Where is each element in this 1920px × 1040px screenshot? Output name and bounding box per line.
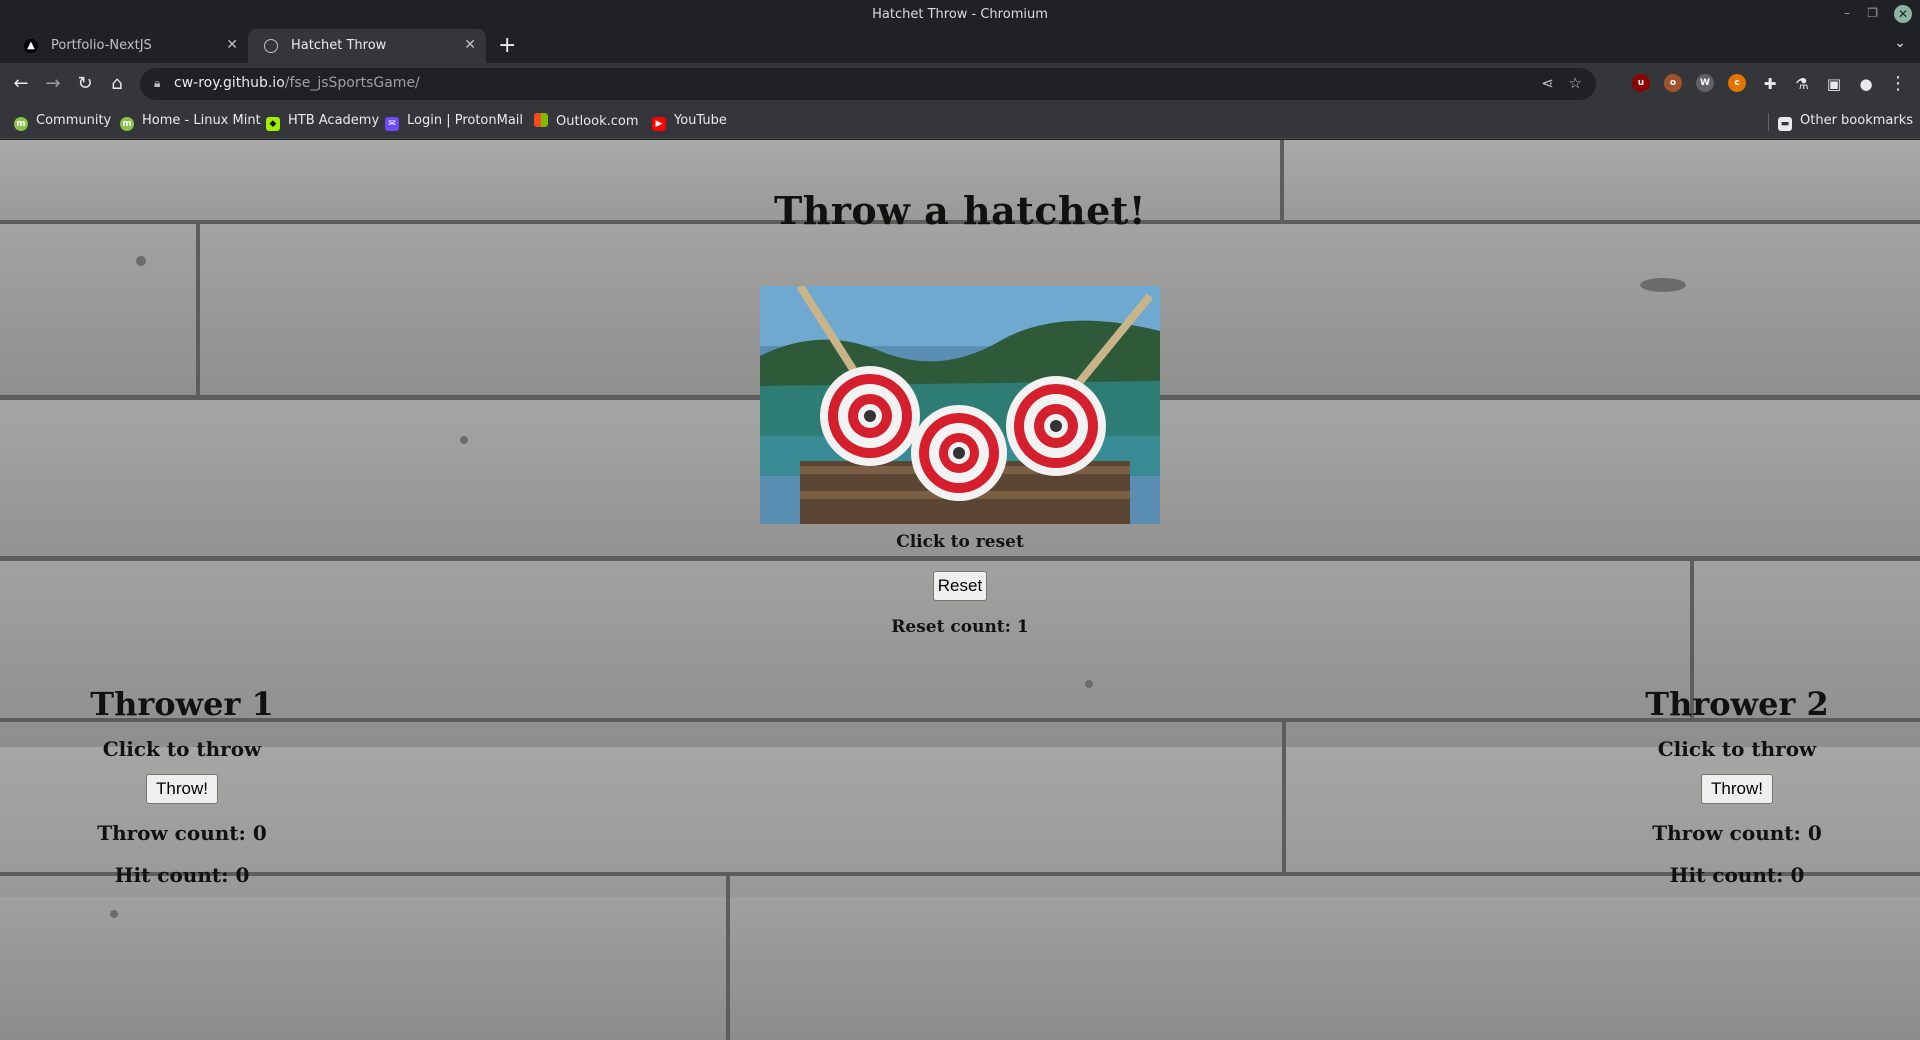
bookmark-linux-mint[interactable]: m Home - Linux Mint: [120, 113, 261, 131]
globe-icon: [264, 39, 278, 53]
tab-strip: ▲ Portfolio-NextJS ✕ Hatchet Throw ✕ + ⌄: [0, 29, 1920, 63]
mint-icon: m: [14, 117, 28, 131]
window-titlebar: Hatchet Throw - Chromium – ❐ ✕: [0, 0, 1920, 29]
profile-icon[interactable]: ●: [1854, 72, 1878, 96]
new-tab-icon[interactable]: +: [498, 33, 516, 58]
thrower-2-hit-count: Hit count: 0: [1669, 863, 1805, 887]
folder-icon: ▬: [1778, 117, 1792, 131]
windows-icon: [534, 113, 548, 127]
thrower-2-panel: Thrower 2 Click to throw Throw! Throw co…: [1577, 685, 1897, 887]
extension-color-icon[interactable]: c: [1728, 74, 1746, 92]
url-path: /fse_jsSportsGame/: [284, 75, 420, 91]
thrower-1-button-row: Throw!: [22, 761, 342, 811]
extensions-puzzle-icon[interactable]: ✚: [1758, 72, 1782, 96]
reset-button[interactable]: Reset: [933, 571, 987, 601]
tab-portfolio[interactable]: ▲ Portfolio-NextJS ✕: [8, 29, 248, 63]
bookmark-star-icon[interactable]: ☆: [1569, 74, 1582, 92]
forward-icon[interactable]: →: [41, 72, 65, 96]
thrower-1-caption: Click to throw: [102, 737, 262, 761]
other-bookmarks[interactable]: ▬ Other bookmarks: [1778, 113, 1913, 131]
window-title: Hatchet Throw - Chromium: [872, 7, 1048, 22]
tab-label: Portfolio-NextJS: [51, 38, 152, 53]
thrower-2-throw-count: Throw count: 0: [1652, 821, 1822, 845]
youtube-icon: ▶: [652, 117, 666, 131]
address-bar[interactable]: 🔒︎ cw-roy.github.io/fse_jsSportsGame/ ⋖ …: [140, 68, 1596, 100]
minimize-icon[interactable]: –: [1844, 6, 1850, 20]
share-icon[interactable]: ⋖: [1541, 74, 1554, 92]
tab-hatchet-throw[interactable]: Hatchet Throw ✕: [248, 29, 486, 63]
cube-icon: ◆: [266, 117, 280, 131]
bookmark-htb-academy[interactable]: ◆ HTB Academy: [266, 113, 379, 131]
maximize-icon[interactable]: ❐: [1867, 6, 1878, 20]
page-heading: Throw a hatchet!: [773, 188, 1147, 233]
tab-close-icon[interactable]: ✕: [226, 37, 238, 53]
lock-icon[interactable]: 🔒︎: [154, 76, 160, 91]
extension-w-icon[interactable]: W: [1696, 74, 1714, 92]
thrower-2-throw-button[interactable]: Throw!: [1701, 774, 1773, 804]
thrower-1-panel: Thrower 1 Click to throw Throw! Throw co…: [22, 685, 342, 887]
thrower-1-title: Thrower 1: [90, 685, 274, 723]
menu-kebab-icon[interactable]: ⋮: [1886, 72, 1910, 96]
tab-close-icon[interactable]: ✕: [464, 37, 476, 53]
thrower-2-title: Thrower 2: [1645, 685, 1829, 723]
bookmark-youtube[interactable]: ▶ YouTube: [652, 113, 727, 131]
bookmarks-divider: [1768, 113, 1769, 131]
thrower-2-button-row: Throw!: [1577, 761, 1897, 811]
targets-illustration: [760, 286, 1160, 524]
browser-toolbar: ← → ↻ ⌂ 🔒︎ cw-roy.github.io/fse_jsSports…: [0, 63, 1920, 105]
tab-search-chevron-icon[interactable]: ⌄: [1894, 35, 1906, 51]
nextjs-icon: ▲: [24, 39, 38, 53]
tab-label: Hatchet Throw: [291, 38, 387, 53]
bookmark-protonmail[interactable]: ✉ Login | ProtonMail: [385, 113, 523, 131]
lab-flask-icon[interactable]: ⚗: [1790, 72, 1814, 96]
extension-owl-icon[interactable]: o: [1664, 74, 1682, 92]
mint-icon: m: [120, 117, 134, 131]
page-content: Throw a hatchet! Click to reset Reset Re…: [0, 140, 1920, 1040]
thrower-1-hit-count: Hit count: 0: [114, 863, 250, 887]
bookmarks-bar: m Community m Home - Linux Mint ◆ HTB Acade…: [0, 105, 1920, 139]
bookmark-outlook[interactable]: Outlook.com: [534, 113, 639, 129]
thrower-2-caption: Click to throw: [1657, 737, 1817, 761]
thrower-1-throw-button[interactable]: Throw!: [146, 774, 218, 804]
page-viewport: Throw a hatchet! Click to reset Reset Re…: [0, 140, 1920, 1040]
side-panel-icon[interactable]: ▣: [1822, 72, 1846, 96]
bookmark-community[interactable]: m Community: [14, 113, 111, 131]
hatchet-targets-image: [760, 286, 1160, 524]
reload-icon[interactable]: ↻: [73, 72, 97, 96]
reset-count: Reset count: 1: [891, 617, 1029, 637]
home-icon[interactable]: ⌂: [105, 72, 129, 96]
url-host: cw-roy.github.io: [174, 75, 285, 91]
url-text: cw-roy.github.io/fse_jsSportsGame/: [174, 75, 420, 91]
thrower-1-throw-count: Throw count: 0: [97, 821, 267, 845]
ublock-icon[interactable]: u: [1632, 74, 1650, 92]
reset-caption: Click to reset: [896, 532, 1024, 552]
close-window-icon[interactable]: ✕: [1894, 5, 1912, 23]
back-icon[interactable]: ←: [9, 72, 33, 96]
proton-icon: ✉: [385, 117, 399, 131]
